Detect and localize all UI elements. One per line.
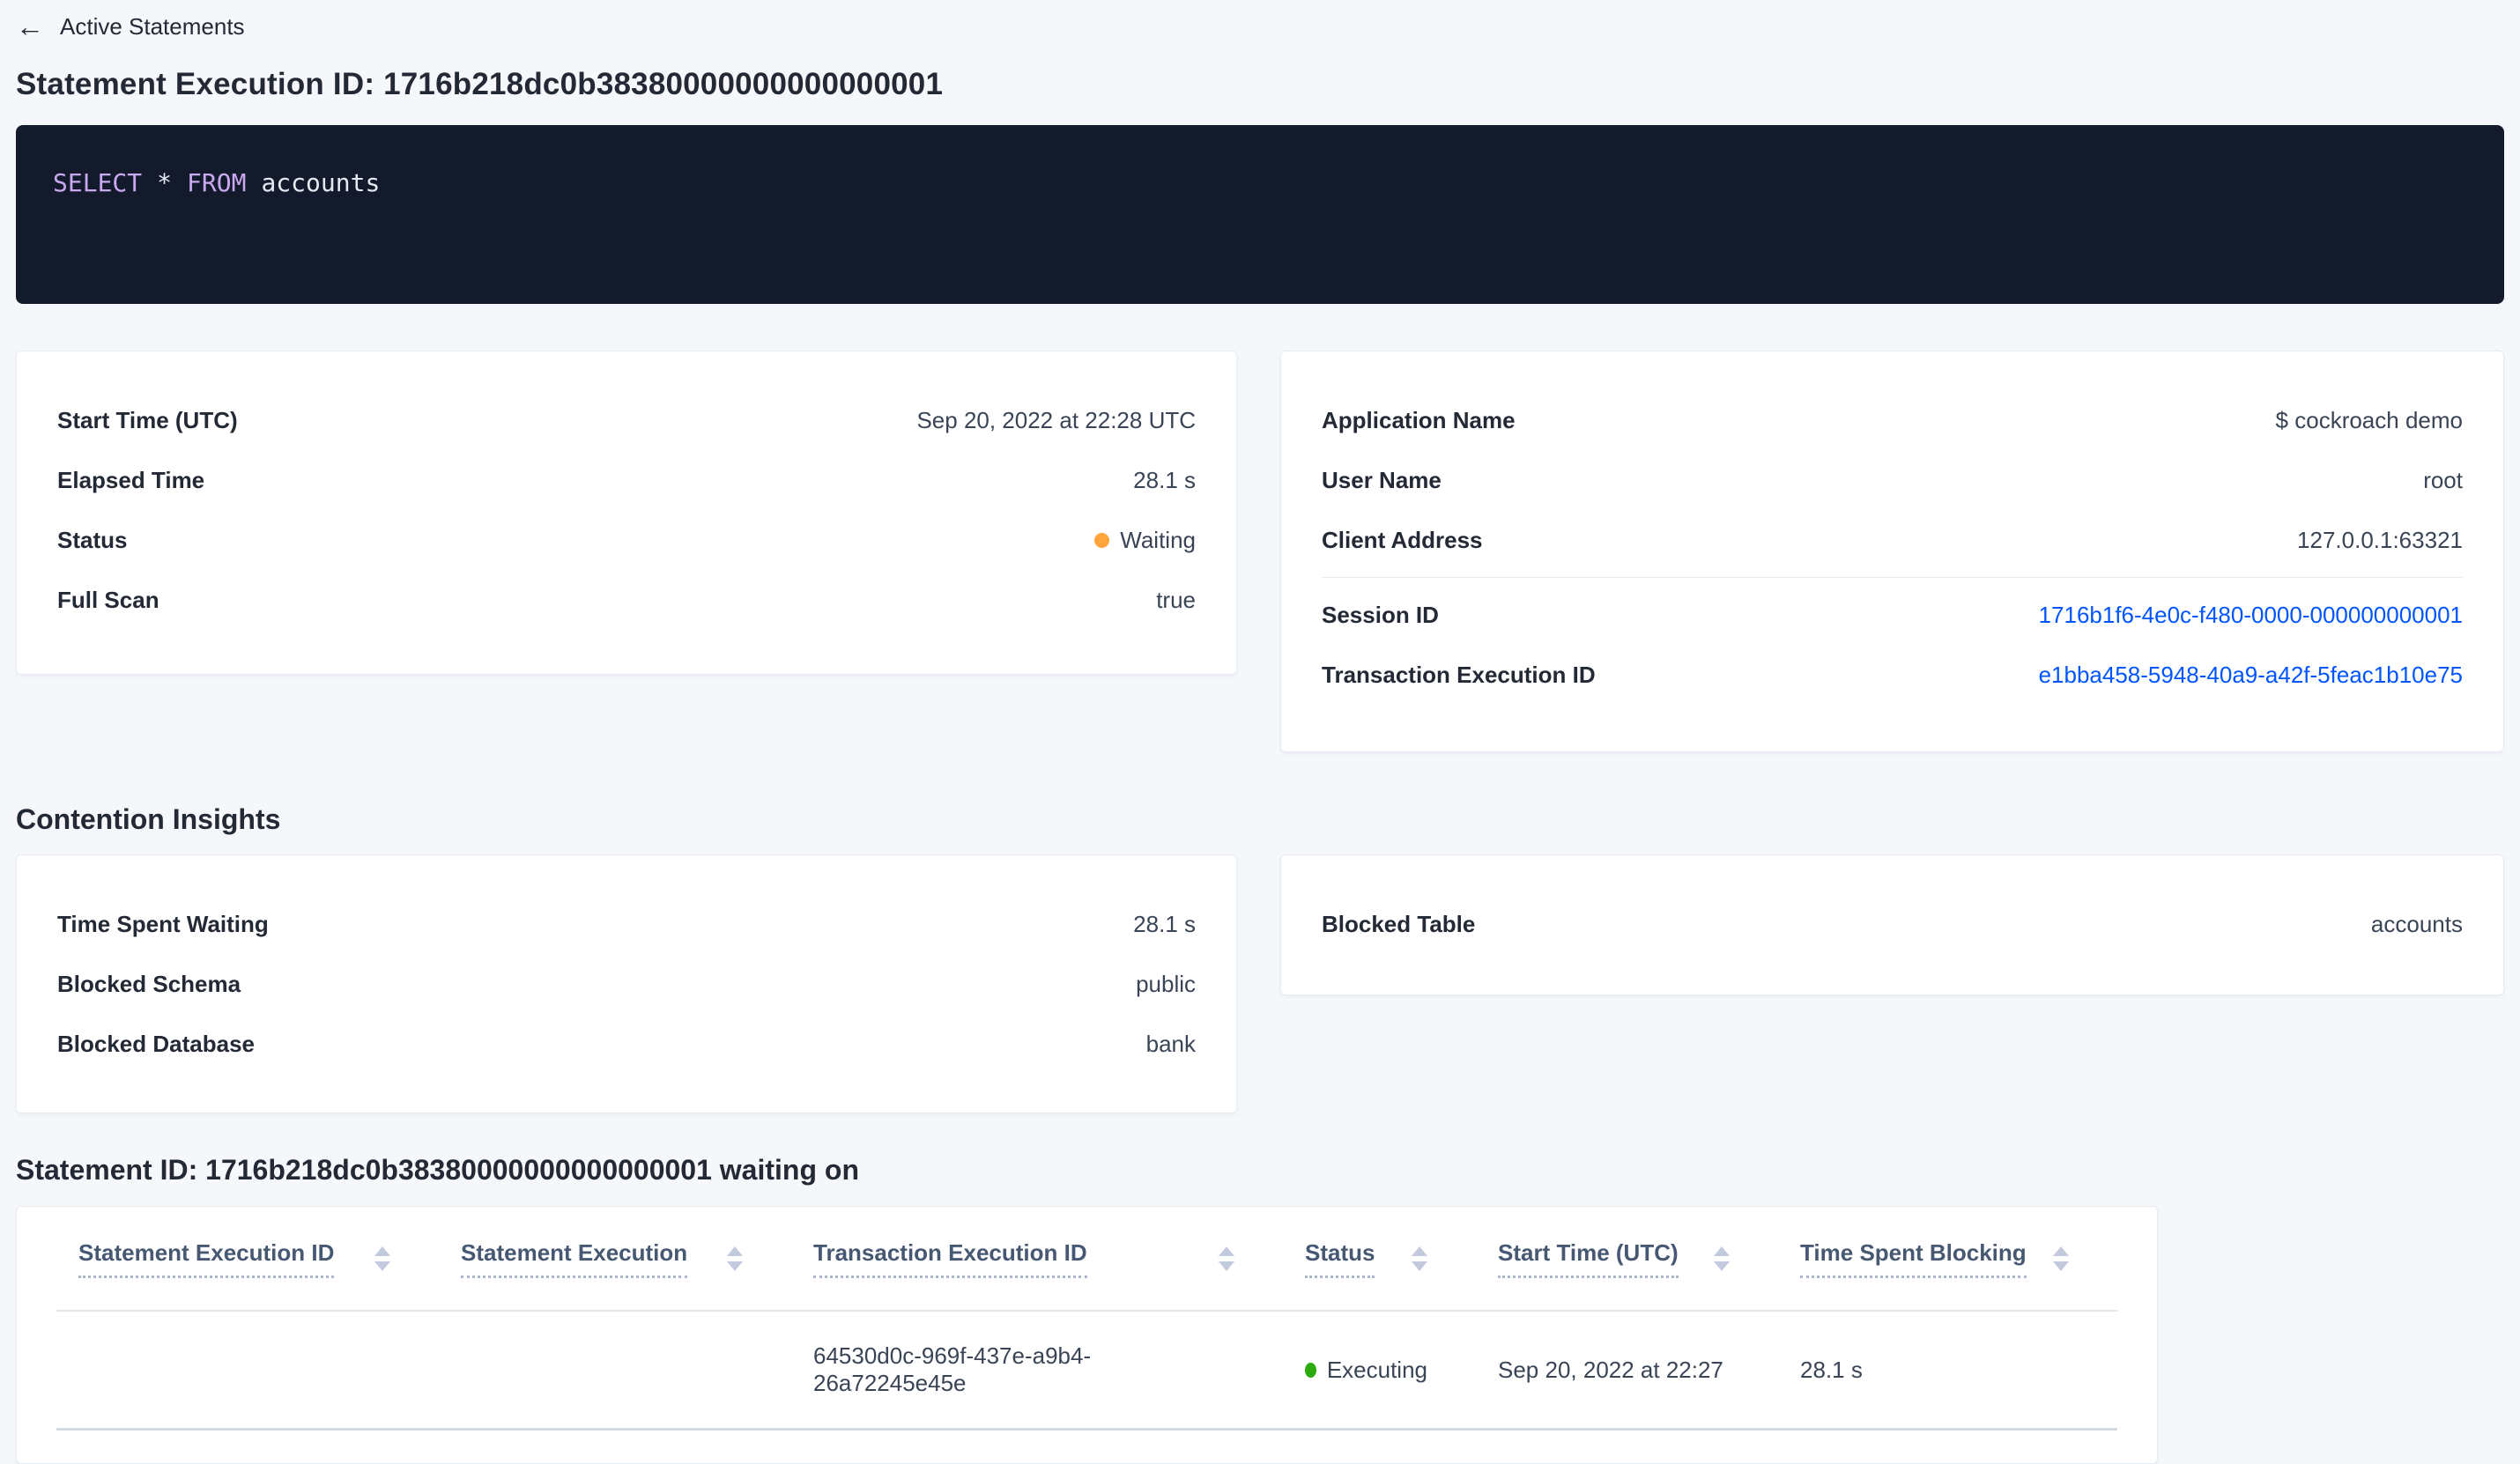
blocked-table-value: accounts bbox=[2370, 910, 2463, 937]
column-header-time-spent-blocking[interactable]: Time Spent Blocking bbox=[1778, 1239, 2117, 1278]
status-value-text: Waiting bbox=[1120, 526, 1196, 553]
time-spent-waiting-value: 28.1 s bbox=[1133, 910, 1196, 937]
blocked-schema-value: public bbox=[1136, 970, 1196, 997]
transaction-execution-id-row: Transaction Execution ID e1bba458-5948-4… bbox=[1322, 645, 2463, 705]
column-header-start-time[interactable]: Start Time (UTC) bbox=[1476, 1239, 1778, 1278]
column-header-statement-execution[interactable]: Statement Execution bbox=[439, 1239, 791, 1278]
breadcrumb-label: Active Statements bbox=[60, 12, 245, 40]
back-arrow-icon: ← bbox=[16, 11, 44, 42]
cell-status-text: Executing bbox=[1326, 1356, 1427, 1383]
executing-status-dot-icon bbox=[1305, 1362, 1316, 1378]
sort-icon[interactable] bbox=[1412, 1246, 1427, 1271]
blocked-database-label: Blocked Database bbox=[57, 1030, 255, 1057]
sql-asterisk: * bbox=[157, 168, 173, 197]
column-header-label: Start Time (UTC) bbox=[1498, 1239, 1679, 1278]
table-row: 64530d0c-969f-437e-a9b4-26a72245e45e Exe… bbox=[56, 1312, 2117, 1431]
application-name-value: $ cockroach demo bbox=[2275, 406, 2463, 433]
user-name-row: User Name root bbox=[1322, 450, 2463, 510]
full-scan-value: true bbox=[1156, 586, 1196, 613]
sort-icon[interactable] bbox=[374, 1246, 390, 1271]
transaction-execution-id-label: Transaction Execution ID bbox=[1322, 661, 1596, 688]
sort-icon[interactable] bbox=[1219, 1246, 1234, 1271]
user-name-label: User Name bbox=[1322, 466, 1442, 493]
elapsed-time-row: Elapsed Time 28.1 s bbox=[57, 450, 1196, 510]
cell-transaction-execution-id: 64530d0c-969f-437e-a9b4-26a72245e45e bbox=[813, 1342, 1092, 1396]
contention-cards-row: Time Spent Waiting 28.1 s Blocked Schema… bbox=[16, 854, 2504, 1113]
sql-table-name: accounts bbox=[261, 168, 381, 197]
cell-status: Executing bbox=[1283, 1357, 1476, 1384]
column-header-label: Statement Execution bbox=[461, 1239, 688, 1278]
status-label: Status bbox=[57, 526, 128, 553]
start-time-value: Sep 20, 2022 at 22:28 UTC bbox=[916, 406, 1196, 433]
statement-execution-page: ← Active Statements Statement Execution … bbox=[0, 0, 2520, 1464]
column-header-label: Statement Execution ID bbox=[78, 1239, 335, 1278]
column-header-statement-execution-id[interactable]: Statement Execution ID bbox=[56, 1239, 439, 1278]
application-name-label: Application Name bbox=[1322, 406, 1516, 433]
waiting-on-heading: Statement ID: 1716b218dc0b38380000000000… bbox=[16, 1154, 859, 1186]
blocked-table-row: Blocked Table accounts bbox=[1322, 894, 2463, 954]
column-header-label: Status bbox=[1305, 1239, 1375, 1278]
session-details-card: Application Name $ cockroach demo User N… bbox=[1280, 351, 2504, 752]
start-time-label: Start Time (UTC) bbox=[57, 406, 238, 433]
status-value: Waiting bbox=[1094, 527, 1196, 554]
table-header-row: Statement Execution ID Statement Executi… bbox=[56, 1207, 2117, 1312]
column-header-label: Transaction Execution ID bbox=[813, 1239, 1087, 1278]
application-name-row: Application Name $ cockroach demo bbox=[1322, 390, 2463, 450]
session-id-row: Session ID 1716b1f6-4e0c-f480-0000-00000… bbox=[1322, 585, 2463, 645]
sql-query: SELECT * FROM accounts bbox=[53, 167, 2504, 199]
time-spent-waiting-label: Time Spent Waiting bbox=[57, 910, 269, 937]
session-id-link[interactable]: 1716b1f6-4e0c-f480-0000-000000000001 bbox=[2039, 602, 2463, 629]
breadcrumb-active-statements[interactable]: ← Active Statements bbox=[16, 7, 245, 46]
details-cards-row: Start Time (UTC) Sep 20, 2022 at 22:28 U… bbox=[16, 351, 2504, 752]
session-id-label: Session ID bbox=[1322, 601, 1439, 628]
blocked-table-label: Blocked Table bbox=[1322, 910, 1476, 937]
column-header-transaction-execution-id[interactable]: Transaction Execution ID bbox=[791, 1239, 1283, 1278]
client-address-row: Client Address 127.0.0.1:63321 bbox=[1322, 510, 2463, 570]
sql-keyword-from: FROM bbox=[187, 168, 247, 197]
contention-right-card: Blocked Table accounts bbox=[1280, 854, 2504, 995]
blocked-database-row: Blocked Database bank bbox=[57, 1014, 1196, 1074]
cell-time-spent-blocking: 28.1 s bbox=[1800, 1356, 1863, 1383]
blocked-schema-row: Blocked Schema public bbox=[57, 954, 1196, 1014]
column-header-label: Time Spent Blocking bbox=[1800, 1239, 2027, 1278]
card-divider bbox=[1322, 577, 2463, 578]
waiting-on-table: Statement Execution ID Statement Executi… bbox=[16, 1206, 2158, 1464]
page-title: Statement Execution ID: 1716b218dc0b3838… bbox=[16, 67, 944, 101]
user-name-value: root bbox=[2423, 466, 2463, 493]
column-header-status[interactable]: Status bbox=[1283, 1239, 1476, 1278]
full-scan-row: Full Scan true bbox=[57, 570, 1196, 630]
statement-details-card: Start Time (UTC) Sep 20, 2022 at 22:28 U… bbox=[16, 351, 1237, 675]
start-time-row: Start Time (UTC) Sep 20, 2022 at 22:28 U… bbox=[57, 390, 1196, 450]
sort-icon[interactable] bbox=[2053, 1246, 2069, 1271]
client-address-label: Client Address bbox=[1322, 526, 1483, 553]
full-scan-label: Full Scan bbox=[57, 586, 159, 613]
sort-icon[interactable] bbox=[1714, 1246, 1730, 1271]
contention-insights-heading: Contention Insights bbox=[16, 803, 281, 835]
time-spent-waiting-row: Time Spent Waiting 28.1 s bbox=[57, 894, 1196, 954]
sql-query-box: SELECT * FROM accounts bbox=[16, 125, 2504, 304]
elapsed-time-value: 28.1 s bbox=[1133, 466, 1196, 493]
cell-start-time: Sep 20, 2022 at 22:27 bbox=[1498, 1356, 1723, 1383]
sort-icon[interactable] bbox=[727, 1246, 743, 1271]
blocked-database-value: bank bbox=[1145, 1030, 1196, 1057]
waiting-status-dot-icon bbox=[1094, 532, 1110, 548]
status-row: Status Waiting bbox=[57, 510, 1196, 570]
client-address-value: 127.0.0.1:63321 bbox=[2297, 526, 2463, 553]
contention-left-card: Time Spent Waiting 28.1 s Blocked Schema… bbox=[16, 854, 1237, 1113]
elapsed-time-label: Elapsed Time bbox=[57, 466, 205, 493]
transaction-execution-id-link[interactable]: e1bba458-5948-40a9-a42f-5feac1b10e75 bbox=[2039, 662, 2463, 689]
blocked-schema-label: Blocked Schema bbox=[57, 970, 241, 997]
sql-keyword-select: SELECT bbox=[53, 168, 143, 197]
